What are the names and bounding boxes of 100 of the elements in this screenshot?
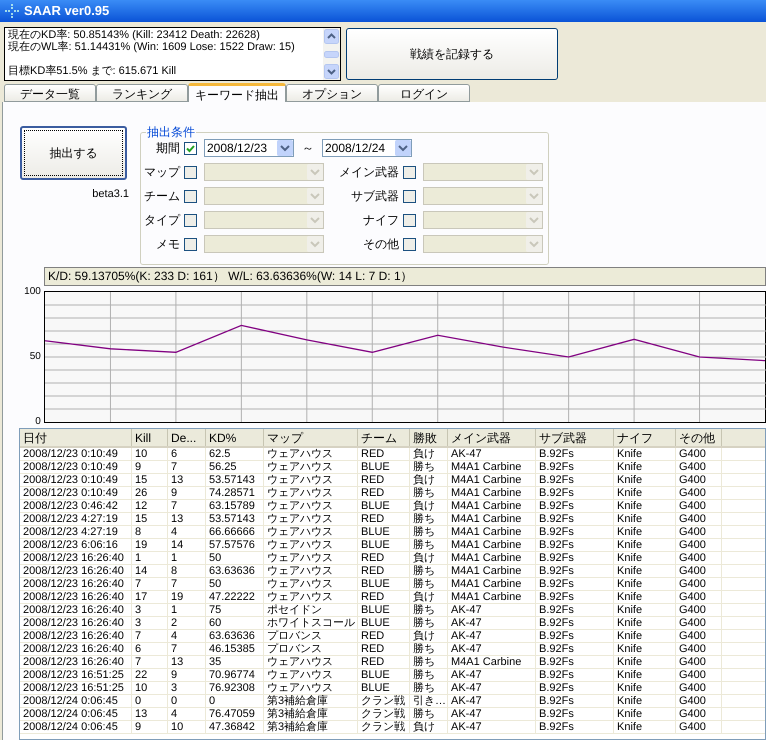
table-cell: RED (358, 656, 410, 668)
table-cell: 2008/12/23 16:26:40 (20, 604, 132, 616)
table-cell: 勝ち (410, 565, 448, 577)
table-cell: Knife (614, 526, 676, 538)
checkbox[interactable] (184, 214, 197, 226)
table-cell: 53.57143 (206, 474, 264, 486)
column-header[interactable]: De... (168, 429, 206, 446)
table-cell: G400 (676, 604, 722, 616)
dropdown[interactable] (423, 187, 543, 205)
column-header[interactable]: ナイフ (614, 429, 676, 446)
table-cell: RED (358, 643, 410, 655)
checkbox[interactable] (184, 142, 197, 154)
table-cell: 負け (410, 721, 448, 733)
tab[interactable]: キーワード抽出 (188, 83, 286, 103)
extract-button[interactable]: 抽出する (20, 126, 127, 180)
condition-label: チーム (143, 188, 181, 205)
table-cell: M4A1 Carbine (448, 565, 536, 577)
table-cell: 62.5 (206, 448, 264, 460)
table-cell: 66.66666 (206, 526, 264, 538)
table-cell: AK-47 (448, 643, 536, 655)
table-cell: 4 (168, 526, 206, 538)
checkbox[interactable] (184, 238, 197, 250)
dropdown[interactable] (204, 211, 324, 229)
dropdown[interactable] (204, 235, 324, 253)
table-cell: G400 (676, 630, 722, 642)
tab[interactable]: ログイン (378, 84, 470, 102)
tab[interactable]: ランキング (96, 84, 188, 102)
table-cell: M4A1 Carbine (448, 474, 536, 486)
checkbox[interactable] (403, 190, 416, 202)
table-cell: 9 (132, 461, 168, 473)
summary-textbox[interactable]: 現在のKD率: 50.85143% (Kill: 23412 Death: 22628) 現在のWL率: 51.14431% (Win: 1609 Lose: 1522 Draw: 15) 目標KD率51.5% まで: 615.671 Kill (4, 27, 341, 81)
table-cell: 60 (206, 617, 264, 629)
dropdown[interactable] (423, 211, 543, 229)
table-cell: AK-47 (448, 669, 536, 681)
date-dropdown[interactable]: 2008/12/24 (322, 139, 412, 157)
scroll-thumb-icon[interactable] (324, 50, 339, 58)
column-header[interactable]: サブ武器 (536, 429, 614, 446)
scroll-down-icon[interactable] (324, 64, 339, 79)
table-cell: RED (358, 591, 410, 603)
date-dropdown[interactable]: 2008/12/23 (204, 139, 294, 157)
table-cell: 勝ち (410, 526, 448, 538)
table-cell: 19 (168, 591, 206, 603)
record-button[interactable]: 戦績を記録する (346, 28, 558, 80)
table-cell: 50 (206, 552, 264, 564)
table-cell: G400 (676, 578, 722, 590)
table-cell: 75 (206, 604, 264, 616)
column-header[interactable]: メイン武器 (448, 429, 536, 446)
table-cell: Knife (614, 656, 676, 668)
table-cell: B.92Fs (536, 578, 614, 590)
table-cell: ホワイトスコール (264, 617, 358, 629)
table-cell: G400 (676, 461, 722, 473)
table-cell: 63.63636 (206, 630, 264, 642)
table-cell: クラン戦 (358, 708, 410, 720)
table-cell: 7 (168, 643, 206, 655)
checkbox[interactable] (184, 166, 197, 178)
table-cell: G400 (676, 448, 722, 460)
group-title: 抽出条件 (146, 125, 196, 139)
column-header[interactable]: チーム (358, 429, 410, 446)
table-cell: ポセイドン (264, 604, 358, 616)
scrollbar[interactable] (323, 28, 340, 80)
table-cell: 2008/12/23 16:26:40 (20, 591, 132, 603)
column-header[interactable]: 日付 (20, 429, 132, 446)
table-cell: B.92Fs (536, 565, 614, 577)
table-cell: G400 (676, 643, 722, 655)
tab[interactable]: データ一覧 (4, 84, 96, 102)
table-cell: 勝ち (410, 669, 448, 681)
table-cell: 2008/12/23 0:10:49 (20, 448, 132, 460)
dropdown[interactable] (204, 187, 324, 205)
table-cell: 8 (132, 526, 168, 538)
table-cell: 56.25 (206, 461, 264, 473)
axis-tick-label: 50 (30, 352, 41, 362)
checkbox[interactable] (403, 214, 416, 226)
table-cell: M4A1 Carbine (448, 591, 536, 603)
table-cell: 1 (168, 552, 206, 564)
column-header[interactable]: 勝敗 (410, 429, 448, 446)
table-cell: 10 (132, 682, 168, 694)
column-header[interactable]: Kill (132, 429, 168, 446)
table-cell: 2008/12/23 0:10:49 (20, 474, 132, 486)
checkbox[interactable] (403, 166, 416, 178)
table-cell: Knife (614, 474, 676, 486)
table-cell: B.92Fs (536, 591, 614, 603)
scroll-up-icon[interactable] (324, 29, 339, 44)
dropdown[interactable] (423, 163, 543, 181)
column-header[interactable]: KD% (206, 429, 264, 446)
table-cell: AK-47 (448, 721, 536, 733)
checkbox[interactable] (403, 238, 416, 250)
target-line: 目標KD率51.5% まで: 615.671 Kill (8, 65, 178, 77)
dropdown[interactable] (423, 235, 543, 253)
table-cell: 2008/12/23 0:10:49 (20, 461, 132, 473)
table-cell: 2008/12/23 0:10:49 (20, 487, 132, 499)
checkbox[interactable] (184, 190, 197, 202)
column-header[interactable]: その他 (676, 429, 722, 446)
tab[interactable]: オプション (286, 84, 378, 102)
table-cell: ウェアハウス (264, 513, 358, 525)
dropdown[interactable] (204, 163, 324, 181)
table-cell: 1 (168, 604, 206, 616)
table-cell: B.92Fs (536, 539, 614, 551)
column-header[interactable]: マップ (264, 429, 358, 446)
table-cell: BLUE (358, 669, 410, 681)
condition-label: ナイフ (362, 212, 400, 229)
